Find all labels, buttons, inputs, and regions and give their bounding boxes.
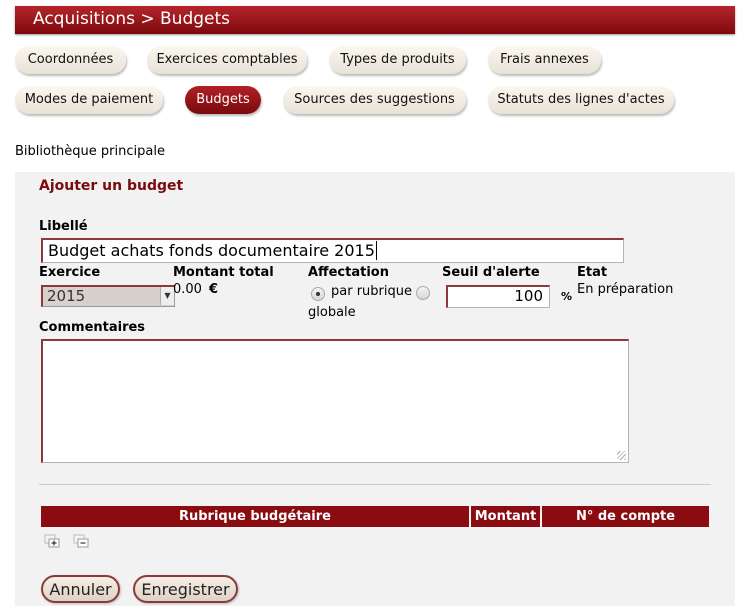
- libelle-label: Libellé: [39, 219, 88, 234]
- exercice-label: Exercice: [39, 265, 101, 280]
- column-header-rubrique: Rubrique budgétaire: [41, 506, 469, 527]
- montant-label: Montant total: [173, 265, 274, 280]
- add-row-icon[interactable]: [44, 534, 60, 548]
- affectation-radio-globale[interactable]: [416, 286, 430, 300]
- affectation-option-rubrique-label: par rubrique: [331, 284, 412, 299]
- tab-sources-des-suggestions[interactable]: Sources des suggestions: [283, 86, 466, 114]
- affectation-option-globale-label: globale: [308, 305, 356, 320]
- tab-modes-de-paiement[interactable]: Modes de paiement: [15, 86, 163, 114]
- cancel-button[interactable]: Annuler: [41, 575, 120, 603]
- etat-value: En préparation: [577, 282, 674, 297]
- commentaires-textarea[interactable]: [41, 339, 629, 463]
- affectation-label: Affectation: [308, 265, 389, 280]
- exercice-select[interactable]: 2015 ▼: [41, 285, 175, 307]
- save-button[interactable]: Enregistrer: [133, 575, 238, 603]
- seuil-unit: %: [561, 290, 573, 303]
- page-title: Acquisitions > Budgets: [33, 9, 231, 29]
- column-header-montant: Montant: [471, 506, 540, 527]
- affectation-radio-rubrique[interactable]: [311, 287, 325, 301]
- column-header-compte: N° de compte: [542, 506, 709, 527]
- dropdown-arrow-icon[interactable]: ▼: [160, 287, 174, 305]
- resize-handle-icon[interactable]: [617, 451, 626, 460]
- tab-statuts-des-lignes-dactes[interactable]: Statuts des lignes d'actes: [488, 86, 674, 114]
- commentaires-label: Commentaires: [39, 320, 146, 335]
- tab-budgets[interactable]: Budgets: [185, 86, 261, 114]
- library-name: Bibliothèque principale: [15, 144, 165, 159]
- tab-coordonnees[interactable]: Coordonnées: [15, 46, 126, 74]
- currency-symbol: €: [209, 282, 219, 297]
- tab-exercices-comptables[interactable]: Exercices comptables: [147, 46, 307, 74]
- tab-frais-annexes[interactable]: Frais annexes: [488, 46, 601, 74]
- etat-label: Etat: [577, 265, 608, 280]
- divider: [39, 484, 711, 485]
- tab-types-de-produits[interactable]: Types de produits: [329, 46, 466, 74]
- exercice-value: 2015: [47, 287, 86, 305]
- page-title-bar: Acquisitions > Budgets: [15, 6, 735, 34]
- libelle-input[interactable]: Budget achats fonds documentaire 2015: [41, 238, 624, 263]
- remove-row-icon[interactable]: [73, 534, 89, 548]
- montant-value: 0.00: [173, 282, 202, 297]
- seuil-input[interactable]: 100: [446, 285, 550, 308]
- form-title: Ajouter un budget: [39, 178, 184, 194]
- seuil-label: Seuil d'alerte: [442, 265, 540, 280]
